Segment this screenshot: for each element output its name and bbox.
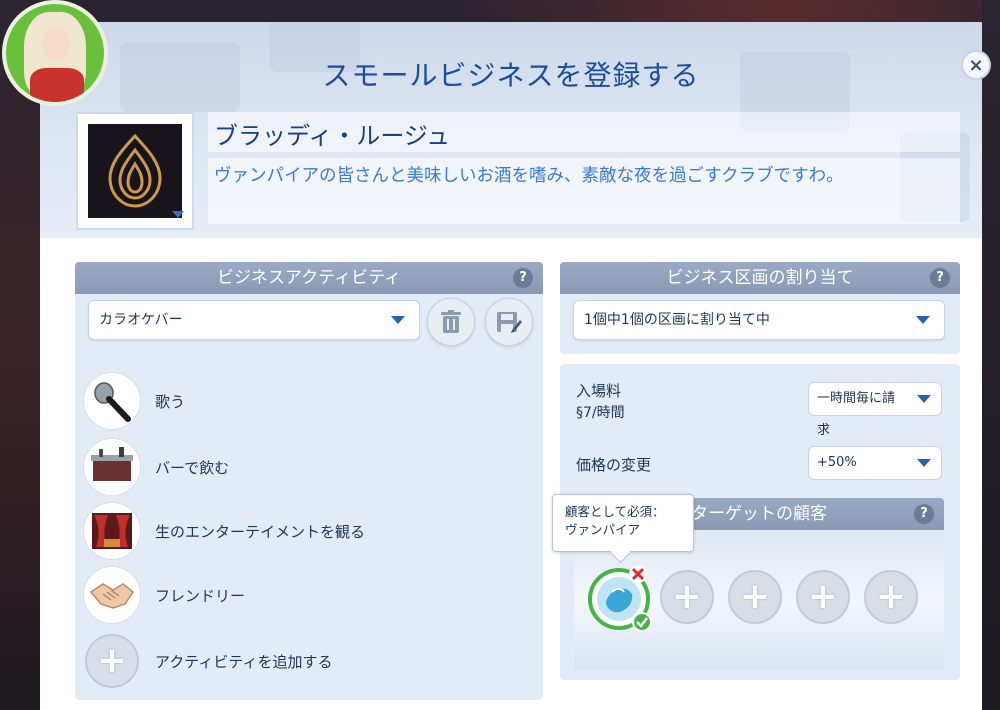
avatar-body xyxy=(30,68,84,102)
close-icon: × xyxy=(968,54,984,76)
lot-assignment-value: 1個中1個の区画に割り当て中 xyxy=(584,312,770,328)
avatar xyxy=(2,0,108,106)
activity-label: 歌う xyxy=(155,393,186,411)
price-change-label: 価格の変更 xyxy=(576,456,652,474)
plus-icon: + xyxy=(864,570,918,624)
billing-mode-value: 一時間毎に請求 xyxy=(817,391,896,438)
dialog-title: スモールビジネスを登録する xyxy=(322,59,700,92)
remove-icon[interactable] xyxy=(628,564,648,584)
price-change-dropdown[interactable]: +50% xyxy=(808,446,942,480)
help-icon[interactable]: ? xyxy=(513,268,533,288)
chevron-down-icon xyxy=(916,316,930,324)
chevron-down-icon xyxy=(917,459,931,467)
entry-fee-value: §7/時間 xyxy=(576,405,625,421)
activities-panel-title: ビジネスアクティビティ xyxy=(216,268,402,288)
delete-preset-button[interactable] xyxy=(427,298,475,346)
activities-panel: ビジネスアクティビティ ? カラオケバー 歌う バーで飲む 生のエンターテイメン… xyxy=(75,262,543,700)
target-slot-vampire[interactable] xyxy=(588,565,652,632)
activity-label: フレンドリー xyxy=(155,587,246,605)
avatar-face xyxy=(42,26,70,62)
save-edit-icon xyxy=(497,312,522,333)
dialog-header: スモールビジネスを登録する ブラッディ・ルージュ ヴァンパイアの皆さんと美味しい… xyxy=(40,22,982,238)
activity-preset-dropdown[interactable]: カラオケバー xyxy=(88,300,420,340)
microphone-icon xyxy=(83,372,141,430)
handshake-icon xyxy=(83,566,141,624)
lot-panel-header: ビジネス区画の割り当て ? xyxy=(560,262,960,294)
tooltip-line-2: ヴァンパイア xyxy=(565,522,641,537)
activity-item[interactable]: バーで飲む xyxy=(83,438,523,496)
activity-preset-value: カラオケバー xyxy=(99,312,183,328)
add-activity-button[interactable]: + アクティビティを追加する xyxy=(83,632,523,690)
business-description-field[interactable]: ヴァンパイアの皆さんと美味しいお酒を嗜み、素敵な夜を過ごすクラブですわ。 xyxy=(208,158,960,224)
price-change-value: +50% xyxy=(817,455,857,470)
target-slot-empty[interactable]: + xyxy=(864,570,920,626)
trash-icon xyxy=(441,310,461,333)
flame-emblem-icon xyxy=(108,134,162,208)
business-name-field[interactable]: ブラッディ・ルージュ xyxy=(208,112,960,152)
billing-mode-dropdown[interactable]: 一時間毎に請求 xyxy=(808,382,942,438)
business-logo xyxy=(88,124,182,218)
bar-counter-icon xyxy=(83,438,141,496)
lot-assignment-panel: ビジネス区画の割り当て ? 1個中1個の区画に割り当て中 xyxy=(560,262,960,354)
add-activity-label: アクティビティを追加する xyxy=(155,653,333,671)
activity-item[interactable]: フレンドリー xyxy=(83,566,523,624)
plus-icon: + xyxy=(85,634,139,688)
chevron-down-icon xyxy=(172,211,184,218)
activity-item[interactable]: 生のエンターテイメントを観る xyxy=(83,502,523,560)
game-background-left xyxy=(0,0,42,710)
tooltip-line-1: 顧客として必須： xyxy=(565,504,665,519)
lot-panel-title: ビジネス区画の割り当て xyxy=(666,268,854,288)
target-slot-empty[interactable]: + xyxy=(660,570,716,626)
save-preset-button[interactable] xyxy=(485,298,533,346)
game-background-right xyxy=(982,0,1000,710)
chevron-down-icon xyxy=(391,316,405,324)
activities-panel-header: ビジネスアクティビティ ? xyxy=(75,262,543,294)
target-slot-empty[interactable]: + xyxy=(796,570,852,626)
activity-label: 生のエンターテイメントを観る xyxy=(155,523,366,541)
entry-fee-label: 入場料 xyxy=(576,382,622,400)
add-activity-icon-wrap: + xyxy=(83,632,141,690)
business-logo-picker[interactable] xyxy=(76,112,194,230)
plus-icon: + xyxy=(728,570,782,624)
target-tooltip: 顧客として必須： ヴァンパイア xyxy=(552,494,694,552)
help-icon[interactable]: ? xyxy=(914,504,934,524)
check-icon xyxy=(632,612,652,632)
close-button[interactable]: × xyxy=(961,50,991,80)
chevron-down-icon xyxy=(917,395,931,403)
target-slot-empty[interactable]: + xyxy=(728,570,784,626)
target-customers-title: ターゲットの顧客 xyxy=(691,504,827,524)
plus-icon: + xyxy=(660,570,714,624)
activity-label: バーで飲む xyxy=(155,459,230,477)
plus-icon: + xyxy=(796,570,850,624)
register-business-dialog: スモールビジネスを登録する ブラッディ・ルージュ ヴァンパイアの皆さんと美味しい… xyxy=(40,22,982,710)
stage-curtain-icon xyxy=(83,502,141,560)
activity-item[interactable]: 歌う xyxy=(83,372,523,430)
help-icon[interactable]: ? xyxy=(930,268,950,288)
lot-assignment-dropdown[interactable]: 1個中1個の区画に割り当て中 xyxy=(573,300,945,340)
